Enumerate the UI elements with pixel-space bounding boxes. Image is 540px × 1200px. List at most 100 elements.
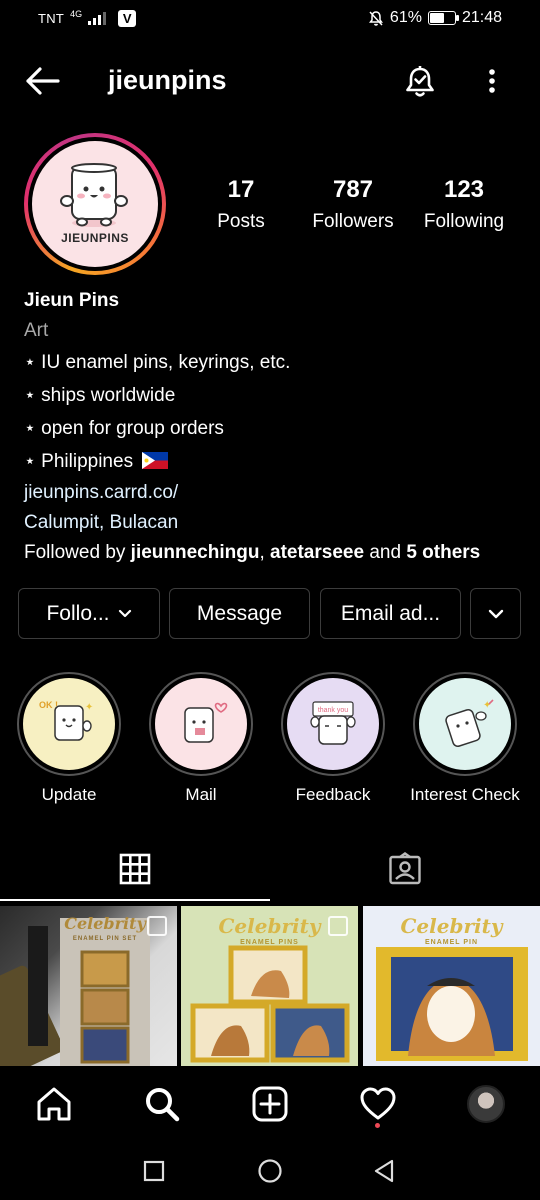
post-title: Celebrity (400, 914, 503, 938)
multiple-photos-icon (147, 916, 167, 936)
mute-icon (368, 10, 383, 26)
chevron-down-icon (118, 609, 131, 617)
highlight-update[interactable]: OK ! ✦ Update (4, 672, 134, 805)
following-stat[interactable]: 123 Following (412, 176, 516, 236)
highlight-label: Interest Check (410, 785, 520, 804)
posts-label: Posts (217, 211, 265, 232)
category-label: Art (24, 320, 49, 341)
profile-actions: Follo... Message Email ad... (18, 588, 522, 639)
post-thumbnail[interactable]: Celebrity ENAMEL PIN (363, 906, 540, 1066)
bio-line: ⋆ Philippines (24, 451, 134, 472)
marshmallow-ok-icon: OK ! ✦ (39, 700, 93, 741)
more-options-button[interactable] (478, 61, 506, 101)
square-icon (143, 1160, 165, 1182)
nav-home-button[interactable] (31, 1081, 77, 1127)
following-label: Following (423, 211, 505, 232)
highlight-label: Mail (185, 785, 217, 804)
profile-top-bar: jieunpins (0, 55, 540, 105)
highlight-cover: OK ! ✦ (23, 678, 115, 770)
bottom-navigation (0, 1066, 540, 1142)
mutual-follower-2[interactable]: atetarseee (270, 542, 364, 563)
signal-icon (88, 12, 107, 25)
svg-text:✦: ✦ (483, 700, 491, 711)
post-thumbnail[interactable]: Celebrity ENAMEL PIN SET (0, 906, 177, 1066)
marshmallow-wave-icon: ✦ (445, 699, 494, 747)
status-bar: TNT 4G V 61% 21:48 (0, 0, 540, 38)
tab-tagged[interactable] (270, 836, 540, 902)
post-subtitle: ENAMEL PINS (240, 939, 299, 946)
app-notification-icon: V (118, 10, 137, 27)
highlight-label: Update (41, 785, 97, 804)
bio-line: ⋆ ships worldwide (24, 385, 176, 406)
profile-bio: Jieun Pins Art ⋆ IU enamel pins, keyring… (24, 286, 524, 568)
profile-username: jieunpins (108, 65, 227, 95)
system-navigation-bar (0, 1142, 540, 1200)
highlight-cover: thank you (287, 678, 379, 770)
following-count: 123 (443, 176, 485, 203)
tagged-person-icon (389, 852, 421, 885)
followers-count: 787 (332, 176, 374, 203)
heart-icon (360, 1087, 396, 1120)
nav-profile-button[interactable] (463, 1081, 509, 1127)
posts-stat[interactable]: 17 Posts (200, 176, 282, 236)
network-type: 4G (70, 8, 83, 19)
nav-activity-button[interactable] (355, 1081, 401, 1127)
email-button-label: Email ad... (340, 601, 441, 625)
post-title: Celebrity (64, 914, 146, 933)
tab-posts-grid[interactable] (0, 836, 270, 902)
back-arrow-icon (26, 67, 60, 95)
back-button[interactable] (22, 61, 62, 101)
bio-line-country: ⋆ Philippines (24, 445, 524, 478)
multiple-photos-icon (328, 916, 348, 936)
mutual-follower-1[interactable]: jieunnechingu (131, 542, 260, 563)
highlight-cover (155, 678, 247, 770)
status-left: TNT 4G V (38, 8, 137, 27)
marshmallow-mail-icon (184, 702, 228, 743)
nav-create-button[interactable] (247, 1081, 293, 1127)
status-right: 61% 21:48 (368, 9, 502, 27)
highlight-mail[interactable]: Mail (136, 672, 266, 805)
suggested-accounts-button[interactable] (470, 588, 521, 639)
message-button[interactable]: Message (169, 588, 310, 639)
mutual-followers-others[interactable]: 5 others (406, 542, 480, 563)
bio-website-link[interactable]: jieunpins.carrd.co/ (24, 478, 524, 508)
follow-button[interactable]: Follo... (18, 588, 160, 639)
bio-location-link[interactable]: Calumpit, Bulacan (24, 508, 524, 538)
notifications-button[interactable] (400, 61, 440, 101)
highlight-interest-check[interactable]: ✦ Interest Check (400, 672, 530, 805)
add-post-icon (252, 1086, 288, 1122)
email-button[interactable]: Email ad... (320, 588, 461, 639)
followers-stat[interactable]: 787 Followers (300, 176, 406, 236)
post-thumbnail[interactable]: Celebrity ENAMEL PINS (181, 906, 358, 1066)
home-icon (37, 1087, 71, 1121)
triangle-back-icon (374, 1159, 394, 1183)
back-system-button[interactable] (369, 1156, 399, 1186)
post-subtitle: ENAMEL PIN (424, 939, 479, 946)
circle-icon (258, 1159, 282, 1183)
story-highlights: OK ! ✦ Update Mail thank you Feedback ✦ … (0, 672, 540, 812)
avatar-logo-text: JIEUNPINS (61, 231, 129, 245)
posts-count: 17 (227, 176, 255, 203)
svg-text:thank you: thank you (318, 707, 348, 714)
search-icon (146, 1088, 180, 1122)
profile-tabs (0, 836, 540, 902)
battery-icon (427, 11, 459, 25)
followed-by-text[interactable]: Followed by jieunnechingu, atetarseee an… (24, 538, 524, 568)
svg-text:✦: ✦ (85, 702, 93, 713)
marshmallow-thankyou-icon: thank you (310, 701, 356, 745)
follow-button-label: Follo... (46, 601, 110, 625)
profile-avatar[interactable]: JIEUNPINS (24, 133, 166, 275)
nav-search-button[interactable] (139, 1081, 185, 1127)
more-vertical-icon (489, 69, 495, 93)
display-name: Jieun Pins (24, 290, 120, 311)
home-system-button[interactable] (255, 1156, 285, 1186)
highlight-feedback[interactable]: thank you Feedback (268, 672, 398, 805)
recent-apps-button[interactable] (139, 1156, 169, 1186)
bell-check-icon (406, 66, 434, 97)
highlight-cover: ✦ (419, 678, 511, 770)
active-tab-indicator (0, 899, 270, 901)
bio-line: ⋆ open for group orders (24, 418, 224, 439)
battery-percent: 61% (389, 9, 422, 26)
carrier-label: TNT (38, 11, 65, 26)
activity-notification-dot (375, 1123, 380, 1128)
